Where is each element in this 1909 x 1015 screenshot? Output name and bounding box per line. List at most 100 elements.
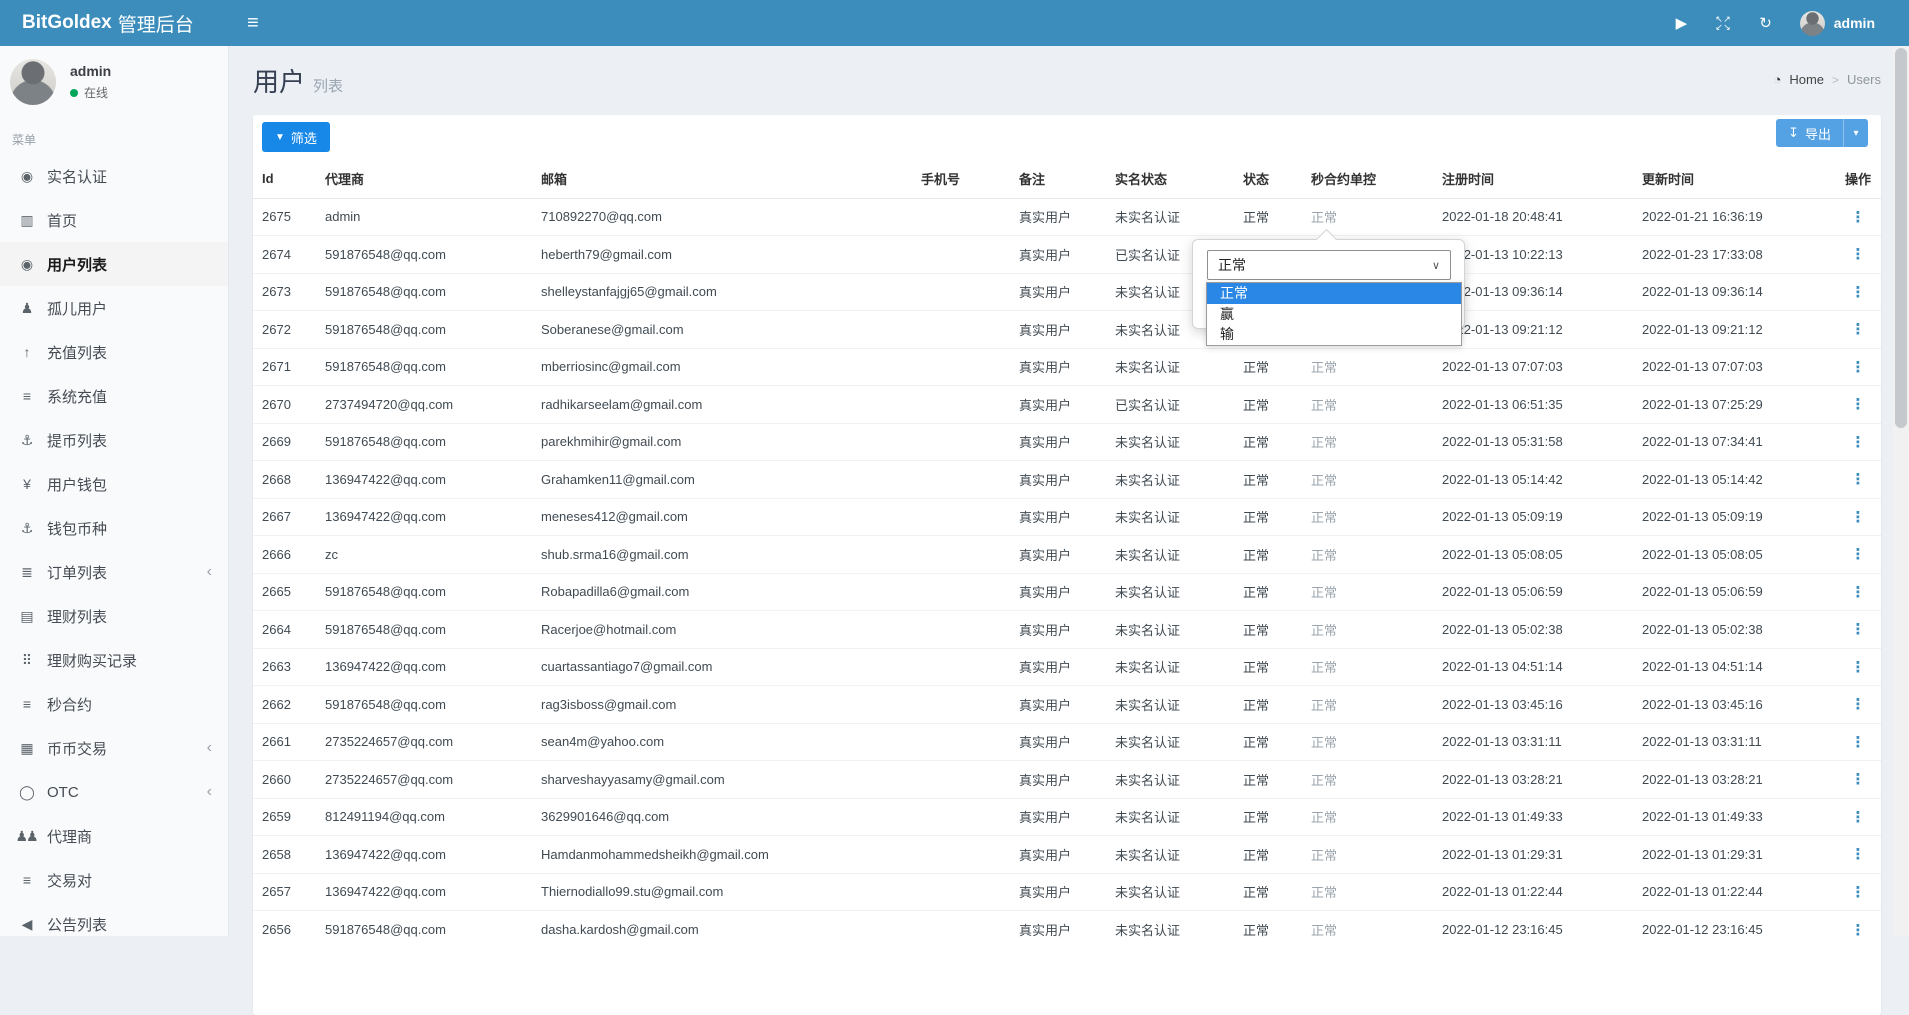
col-note[interactable]: 备注: [1010, 160, 1106, 198]
page-scrollbar[interactable]: [1893, 46, 1909, 936]
cell-kyc: 未实名认证: [1106, 911, 1234, 949]
funnel-icon: ▼: [275, 132, 285, 143]
sidebar-item[interactable]: ▥ 首页 ‹: [0, 198, 228, 242]
sidebar-item[interactable]: ≣ 订单列表 ‹: [0, 550, 228, 594]
row-actions-icon[interactable]: ⋮: [1851, 359, 1866, 376]
cell-control-editable[interactable]: 正常: [1302, 386, 1433, 424]
control-select[interactable]: 正常 ∨: [1207, 250, 1451, 280]
cell-control-editable[interactable]: 正常: [1302, 723, 1433, 761]
row-actions-icon[interactable]: ⋮: [1851, 321, 1866, 338]
table-row: 2670 2737494720@qq.com radhikarseelam@gm…: [253, 386, 1881, 424]
menu-item-icon: ◀: [13, 916, 39, 933]
dropdown-option[interactable]: 输: [1207, 324, 1461, 345]
row-actions-icon[interactable]: ⋮: [1851, 621, 1866, 638]
menu-item-icon: ▤: [13, 608, 39, 625]
row-actions-icon[interactable]: ⋮: [1851, 771, 1866, 788]
sidebar-item[interactable]: ⚓ 钱包币种 ‹: [0, 506, 228, 550]
col-id[interactable]: Id: [253, 160, 316, 198]
cell-control-editable[interactable]: 正常: [1302, 611, 1433, 649]
sidebar-toggle-icon[interactable]: ≡: [229, 0, 277, 46]
col-kyc[interactable]: 实名状态: [1106, 160, 1234, 198]
col-registered[interactable]: 注册时间: [1433, 160, 1633, 198]
sidebar-item[interactable]: ▦ 币币交易 ‹: [0, 726, 228, 770]
cell-id: 2671: [253, 348, 316, 386]
play-icon[interactable]: ▶: [1676, 16, 1688, 31]
option-label: 正常: [1220, 283, 1248, 303]
scrollbar-thumb[interactable]: [1895, 48, 1907, 428]
row-actions-icon[interactable]: ⋮: [1851, 284, 1866, 301]
row-actions-icon[interactable]: ⋮: [1851, 546, 1866, 563]
col-updated[interactable]: 更新时间: [1633, 160, 1835, 198]
row-actions-icon[interactable]: ⋮: [1851, 659, 1866, 676]
cell-kyc: 未实名认证: [1106, 648, 1234, 686]
row-actions-icon[interactable]: ⋮: [1851, 209, 1866, 226]
row-actions-icon[interactable]: ⋮: [1851, 509, 1866, 526]
row-actions-icon[interactable]: ⋮: [1851, 434, 1866, 451]
dropdown-option[interactable]: 正常: [1207, 283, 1461, 304]
export-caret-button[interactable]: ▾: [1843, 119, 1868, 147]
cell-email: mberriosinc@gmail.com: [532, 348, 912, 386]
export-button[interactable]: ↧ 导出: [1776, 119, 1843, 147]
cell-control-editable[interactable]: 正常: [1302, 761, 1433, 799]
sidebar-item[interactable]: ◉ 用户列表 ‹: [0, 242, 228, 286]
row-actions-icon[interactable]: ⋮: [1851, 584, 1866, 601]
sidebar-item[interactable]: ♟♟ 代理商 ‹: [0, 814, 228, 858]
row-actions-icon[interactable]: ⋮: [1851, 846, 1866, 863]
cell-control-editable[interactable]: 正常: [1302, 798, 1433, 836]
sidebar-item[interactable]: ↑ 充值列表 ‹: [0, 330, 228, 374]
cell-control-editable[interactable]: 正常: [1302, 461, 1433, 499]
cell-control-editable[interactable]: 正常: [1302, 348, 1433, 386]
sidebar-item[interactable]: ⚓ 提币列表 ‹: [0, 418, 228, 462]
table-row: 2659 812491194@qq.com 3629901646@qq.com …: [253, 798, 1881, 836]
sidebar-item[interactable]: ≡ 秒合约 ‹: [0, 682, 228, 726]
breadcrumb-home[interactable]: Home: [1789, 72, 1824, 87]
cell-control-editable[interactable]: 正常: [1302, 836, 1433, 874]
sidebar-item[interactable]: ◉ 实名认证 ‹: [0, 154, 228, 198]
cell-control-editable[interactable]: 正常: [1302, 423, 1433, 461]
cell-control-editable[interactable]: 正常: [1302, 573, 1433, 611]
cell-control-editable[interactable]: 正常: [1302, 686, 1433, 724]
navbar-username: admin: [1834, 15, 1875, 31]
col-agent[interactable]: 代理商: [316, 160, 532, 198]
sidebar-item[interactable]: ▤ 理财列表 ‹: [0, 594, 228, 638]
sidebar-item[interactable]: ◀ 公告列表 ‹: [0, 902, 228, 946]
table-row: 2671 591876548@qq.com mberriosinc@gmail.…: [253, 348, 1881, 386]
sidebar-item[interactable]: ⠿ 理财购买记录 ‹: [0, 638, 228, 682]
navbar-user-menu[interactable]: admin: [1800, 11, 1875, 36]
row-actions-icon[interactable]: ⋮: [1851, 734, 1866, 751]
menu-item-icon: ⚓: [13, 432, 39, 449]
control-select-options: 正常 赢 输: [1206, 282, 1462, 346]
cell-agent: 591876548@qq.com: [316, 911, 532, 949]
row-actions-icon[interactable]: ⋮: [1851, 809, 1866, 826]
row-actions-icon[interactable]: ⋮: [1851, 246, 1866, 263]
cell-control-editable[interactable]: 正常: [1302, 536, 1433, 574]
cell-control-editable[interactable]: 正常: [1302, 873, 1433, 911]
col-email[interactable]: 邮箱: [532, 160, 912, 198]
sidebar-item[interactable]: ≡ 交易对 ‹: [0, 858, 228, 902]
cell-agent: 136947422@qq.com: [316, 498, 532, 536]
sidebar-item[interactable]: ¥ 用户钱包 ‹: [0, 462, 228, 506]
cell-control-editable[interactable]: 正常: [1302, 498, 1433, 536]
cell-note: 真实用户: [1010, 611, 1106, 649]
refresh-icon[interactable]: ↻: [1759, 16, 1772, 31]
dropdown-option[interactable]: 赢: [1207, 304, 1461, 325]
sidebar-item[interactable]: ♟ 孤儿用户 ‹: [0, 286, 228, 330]
cell-control-editable[interactable]: 正常: [1302, 648, 1433, 686]
row-actions-icon[interactable]: ⋮: [1851, 884, 1866, 901]
sidebar-item[interactable]: ≡ 系统充值 ‹: [0, 374, 228, 418]
col-status[interactable]: 状态: [1234, 160, 1302, 198]
fullscreen-icon[interactable]: ↖ ↗ ↙ ↘: [1715, 15, 1731, 31]
download-icon: ↧: [1788, 125, 1799, 141]
col-control[interactable]: 秒合约单控: [1302, 160, 1433, 198]
filter-button[interactable]: ▼ 筛选: [262, 122, 330, 152]
row-actions-icon[interactable]: ⋮: [1851, 396, 1866, 413]
app-logo[interactable]: BitGoldex 管理后台: [0, 0, 229, 46]
row-actions-icon[interactable]: ⋮: [1851, 471, 1866, 488]
cell-id: 2664: [253, 611, 316, 649]
sidebar-user-panel: admin 在线: [0, 46, 228, 117]
col-phone[interactable]: 手机号: [912, 160, 1010, 198]
sidebar-item[interactable]: ◯ OTC ‹: [0, 770, 228, 814]
cell-control-editable[interactable]: 正常: [1302, 911, 1433, 949]
cell-control-editable[interactable]: 正常: [1302, 198, 1433, 236]
row-actions-icon[interactable]: ⋮: [1851, 696, 1866, 713]
